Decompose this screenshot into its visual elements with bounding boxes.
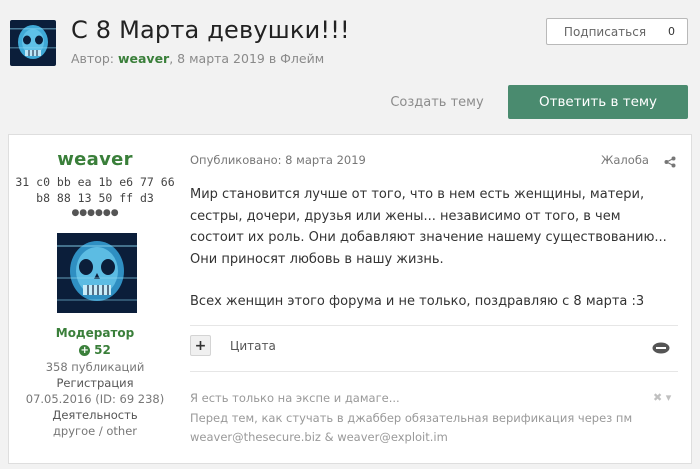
post-paragraph-2: Всех женщин этого форума и не только, по… [190,294,645,309]
more-options-icon[interactable] [652,339,670,354]
subscribe-count: 0 [668,25,675,38]
topic-author-avatar[interactable] [10,20,56,66]
multiquote-button[interactable]: + [190,335,211,356]
share-icon[interactable] [664,153,676,168]
meta-suffix: , 8 марта 2019 в Флейм [169,51,325,66]
activity-value: другое / other [52,424,138,438]
subscribe-button[interactable]: Подписаться 0 [546,18,688,45]
post-card: weaver 31 c0 bb ea 1b e6 77 66 b8 88 13 … [8,134,692,464]
report-link[interactable]: Жалоба [601,153,649,167]
quote-button[interactable]: Цитата [230,339,276,353]
rank-pips: ●●●●●● [71,208,119,218]
subscribe-label: Подписаться [563,24,647,39]
author-post-count: 358 публикаций [45,360,145,374]
meta-prefix: Автор: [71,51,118,66]
author-group: Модератор [55,326,135,340]
post-paragraph-1: Мир становится лучше от того, что в нем … [190,187,667,267]
reputation-value: 52 [94,343,111,357]
registration-label: Регистрация [56,376,134,390]
author-reputation: + 52 [9,343,181,357]
author-title: 31 c0 bb ea 1b e6 77 66 b8 88 13 50 ff d… [9,174,181,206]
author-title-line2: b8 88 13 50 ff d3 [36,191,154,205]
reply-button[interactable]: Ответить в тему [508,85,688,119]
registration-value: 07.05.2016 (ID: 69 238) [25,392,165,406]
post-author-panel: weaver 31 c0 bb ea 1b e6 77 66 b8 88 13 … [9,135,181,463]
author-title-line1: 31 c0 bb ea 1b e6 77 66 [15,175,175,189]
divider [190,371,678,372]
plus-circle-icon: + [79,344,91,356]
page-title: С 8 Марта девушки!!! [71,16,350,44]
post-author-avatar[interactable] [57,233,137,313]
topic-author-link[interactable]: weaver [118,51,169,66]
signature-line: Перед тем, как стучать в джаббер обязате… [190,410,633,425]
signature: Я есть только на экспе и дамаге... Перед… [190,389,660,448]
close-signature-icon[interactable]: ✖ ▾ [653,391,671,404]
create-topic-button[interactable]: Создать тему [380,85,494,119]
signature-line: Я есть только на экспе и дамаге... [190,391,400,405]
post-date[interactable]: Опубликовано: 8 марта 2019 [190,153,366,167]
post-content: Мир становится лучше от того, что в нем … [190,184,670,313]
divider [190,325,678,326]
topic-meta: Автор: weaver, 8 марта 2019 в Флейм [71,51,324,66]
signature-line: weaver@thesecure.biz & weaver@exploit.im [190,430,448,444]
activity-label: Деятельность [52,408,138,422]
post-author-name[interactable]: weaver [9,149,181,170]
